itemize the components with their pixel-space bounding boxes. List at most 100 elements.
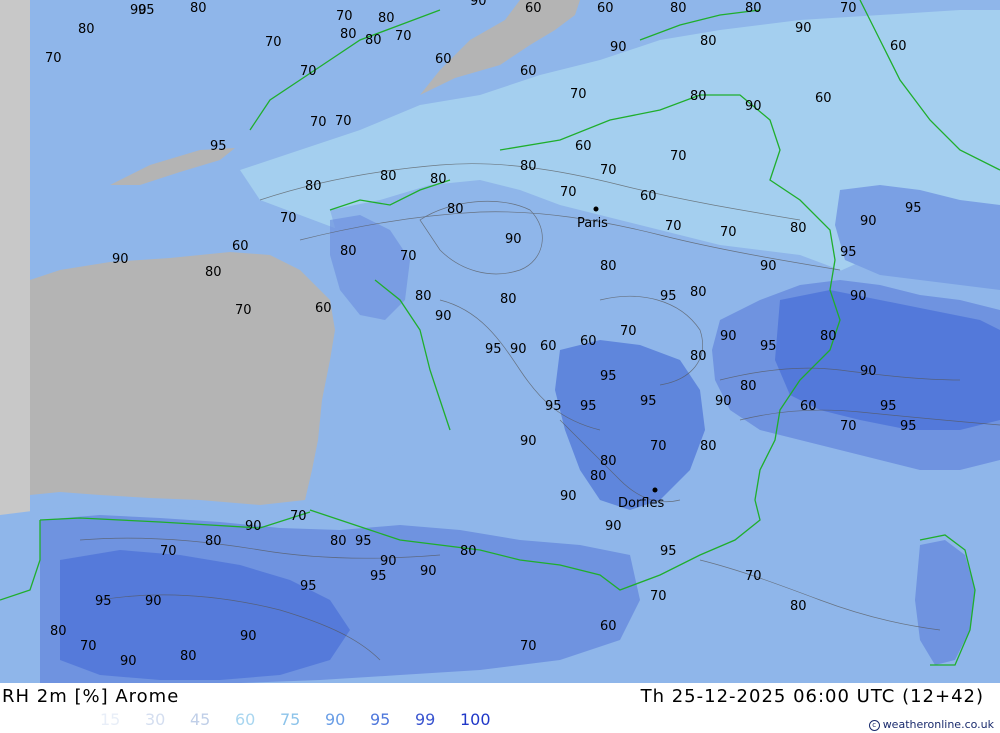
contour-label: 90 bbox=[120, 654, 137, 669]
contour-label: 80 bbox=[378, 11, 395, 26]
contour-label: 80 bbox=[78, 22, 95, 37]
contour-label: 80 bbox=[205, 534, 222, 549]
contour-label: 90 bbox=[850, 289, 867, 304]
contour-label: 90 bbox=[435, 309, 452, 324]
contour-label: 80 bbox=[820, 329, 837, 344]
contour-label: 90 bbox=[715, 394, 732, 409]
contour-label: 80 bbox=[500, 292, 517, 307]
contour-label: 60 bbox=[600, 619, 617, 634]
contour-label: 60 bbox=[890, 39, 907, 54]
contour-label: 80 bbox=[790, 599, 807, 614]
contour-label: 90 bbox=[112, 252, 129, 267]
contour-label: 90 bbox=[145, 594, 162, 609]
contour-label: 70 bbox=[336, 9, 353, 24]
contour-label: 70 bbox=[840, 1, 857, 16]
city-marker bbox=[652, 487, 658, 493]
contour-label: 70 bbox=[45, 51, 62, 66]
contour-label: 80 bbox=[340, 244, 357, 259]
contour-label: 70 bbox=[665, 219, 682, 234]
contour-label: 70 bbox=[335, 114, 352, 129]
contour-label: 80 bbox=[380, 169, 397, 184]
contour-label: 80 bbox=[180, 649, 197, 664]
contour-label: 70 bbox=[600, 163, 617, 178]
contour-label: 60 bbox=[640, 189, 657, 204]
contour-label: 70 bbox=[670, 149, 687, 164]
weather-map: Paris Dorfles 90 808070 8080606070 80959095… bbox=[0, 0, 1000, 683]
contour-label: 70 bbox=[520, 639, 537, 654]
contour-label: 95 bbox=[370, 569, 387, 584]
contour-label: 90 bbox=[795, 21, 812, 36]
contour-label: 70 bbox=[290, 509, 307, 524]
contour-label: 70 bbox=[160, 544, 177, 559]
contour-label: 90 bbox=[860, 214, 877, 229]
contour-label: 80 bbox=[415, 289, 432, 304]
contour-label: 90 bbox=[245, 519, 262, 534]
contour-label: 80 bbox=[447, 202, 464, 217]
city-marker bbox=[593, 206, 599, 212]
contour-label: 90 bbox=[520, 434, 537, 449]
legend-item-60: 60 bbox=[235, 710, 256, 729]
legend-item-75: 75 bbox=[280, 710, 301, 729]
contour-label: 60 bbox=[232, 239, 249, 254]
contour-label: 70 bbox=[745, 569, 762, 584]
contour-label: 70 bbox=[620, 324, 637, 339]
contour-label: 60 bbox=[575, 139, 592, 154]
contour-label: 90 bbox=[420, 564, 437, 579]
map-title: RH 2m [%] Arome bbox=[2, 686, 180, 707]
contour-label: 90 bbox=[745, 99, 762, 114]
city-label: Paris bbox=[577, 216, 608, 231]
contour-label: 95 bbox=[210, 139, 227, 154]
contour-label: 90 bbox=[860, 364, 877, 379]
legend-item-99: 99 bbox=[415, 710, 436, 729]
contour-label: 70 bbox=[80, 639, 97, 654]
contour-label: 95 bbox=[660, 289, 677, 304]
contour-label: 70 bbox=[650, 439, 667, 454]
contour-label: 80 bbox=[700, 439, 717, 454]
contour-label: 70 bbox=[570, 87, 587, 102]
contour-label: 80 bbox=[690, 89, 707, 104]
contour-label: 80 bbox=[690, 349, 707, 364]
site-credit[interactable]: c weatheronline.co.uk bbox=[868, 718, 994, 731]
contour-label: 70 bbox=[280, 211, 297, 226]
contour-label: 90 bbox=[560, 489, 577, 504]
contour-label: 60 bbox=[815, 91, 832, 106]
color-legend: 15 30 45 60 75 90 95 99 100 bbox=[100, 710, 505, 730]
contour-label: 80 bbox=[600, 454, 617, 469]
contour-label: 80 bbox=[460, 544, 477, 559]
contour-label: 70 bbox=[235, 303, 252, 318]
legend-item-45: 45 bbox=[190, 710, 211, 729]
credit-text: weatheronline.co.uk bbox=[882, 718, 994, 731]
contour-label: 95 bbox=[545, 399, 562, 414]
contour-label: 90 bbox=[510, 342, 527, 357]
legend-item-90: 90 bbox=[325, 710, 346, 729]
contour-label: 60 bbox=[520, 64, 537, 79]
footer: RH 2m [%] Arome Th 25-12-2025 06:00 UTC … bbox=[0, 683, 1000, 733]
contour-label: 80 bbox=[790, 221, 807, 236]
contour-label: 95 bbox=[138, 3, 155, 18]
contour-label: 60 bbox=[540, 339, 557, 354]
contour-label: 80 bbox=[690, 285, 707, 300]
forecast-timestamp: Th 25-12-2025 06:00 UTC (12+42) bbox=[640, 686, 984, 707]
contour-label: 70 bbox=[650, 589, 667, 604]
contour-label: 80 bbox=[205, 265, 222, 280]
contour-label: 70 bbox=[395, 29, 412, 44]
contour-label: 95 bbox=[640, 394, 657, 409]
contour-label: 60 bbox=[435, 52, 452, 67]
contour-label: 80 bbox=[600, 259, 617, 274]
contour-label: 60 bbox=[800, 399, 817, 414]
contour-label: 80 bbox=[430, 172, 447, 187]
contour-label: 80 bbox=[190, 1, 207, 16]
contour-label: 80 bbox=[700, 34, 717, 49]
contour-label: 90 bbox=[380, 554, 397, 569]
contour-label: 95 bbox=[840, 245, 857, 260]
contour-label: 80 bbox=[670, 1, 687, 16]
contour-label: 70 bbox=[400, 249, 417, 264]
legend-item-95: 95 bbox=[370, 710, 391, 729]
contour-label: 95 bbox=[905, 201, 922, 216]
contour-label: 95 bbox=[485, 342, 502, 357]
contour-label: 80 bbox=[50, 624, 67, 639]
legend-item-30: 30 bbox=[145, 710, 166, 729]
contour-label: 80 bbox=[520, 159, 537, 174]
contour-label: 70 bbox=[310, 115, 327, 130]
contour-label: 70 bbox=[840, 419, 857, 434]
